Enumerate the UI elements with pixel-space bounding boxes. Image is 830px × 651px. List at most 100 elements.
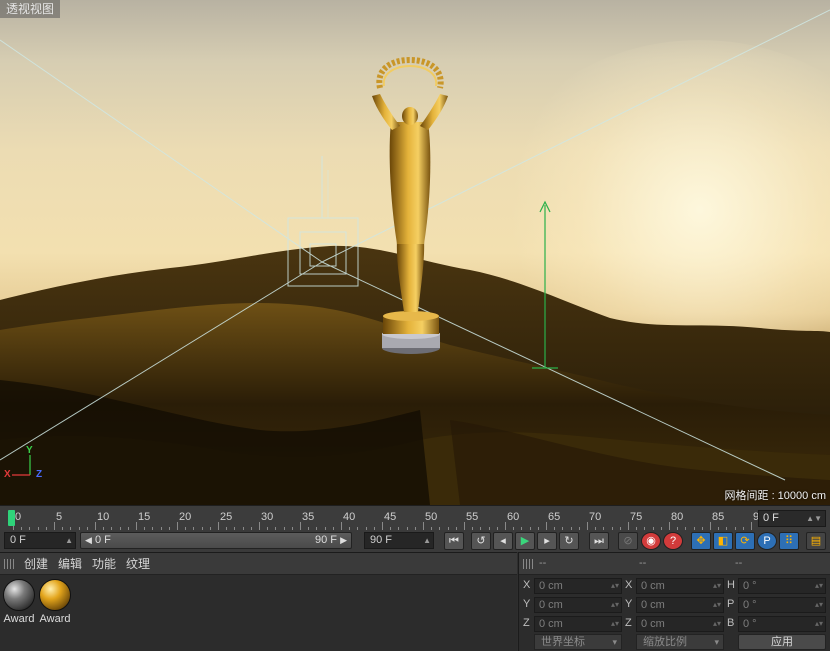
spinner-icon[interactable]: ▲▼: [806, 511, 822, 526]
timeline-tick-label: 30: [261, 511, 274, 523]
range-left-arrow-icon[interactable]: ◀: [85, 533, 92, 548]
timeline-tick-label: 85: [712, 511, 725, 523]
size-x-field[interactable]: 0 cm ▴▾: [636, 578, 724, 594]
rotation-b-value: 0 °: [743, 618, 757, 630]
material-preview: [39, 579, 71, 611]
timeline-ruler[interactable]: 051015202530354045505560657075808590 0 F…: [0, 505, 830, 531]
menu-edit[interactable]: 编辑: [58, 555, 82, 572]
rotation-h-field[interactable]: 0 ° ▴▾: [738, 578, 826, 594]
scene-render: [0, 9, 830, 505]
rotation-p-field[interactable]: 0 ° ▴▾: [738, 597, 826, 613]
autokey-icon[interactable]: ◉: [641, 532, 661, 550]
timeline-playhead[interactable]: [8, 510, 15, 526]
coordinates-header: -- -- --: [519, 553, 830, 575]
pla-key-icon[interactable]: ⠿: [779, 532, 799, 550]
timeline-ticks: 051015202530354045505560657075808590: [0, 506, 765, 531]
scale-mode-value: 缩放比例: [643, 636, 687, 648]
axis-y-label: Y: [26, 445, 33, 456]
record-keys-icon[interactable]: ⊘: [618, 532, 638, 550]
rotation-b-label: B: [727, 617, 735, 629]
size-z-field[interactable]: 0 cm ▴▾: [636, 616, 724, 632]
current-frame-field[interactable]: 0 F ▲▼: [758, 510, 826, 527]
timeline-tick-label: 55: [466, 511, 479, 523]
rotation-header: --: [735, 557, 743, 569]
end-frame-field[interactable]: 90 F ▲: [364, 532, 434, 549]
material-name: Award: [3, 613, 35, 625]
current-frame-value: 0 F: [763, 512, 779, 524]
coord-system-value: 世界坐标: [541, 636, 585, 648]
next-key-button[interactable]: ↻: [559, 532, 579, 550]
rotation-b-field[interactable]: 0 ° ▴▾: [738, 616, 826, 632]
timeline-tick-label: 80: [671, 511, 684, 523]
material-menu-bar: 创建 编辑 功能 纹理: [0, 553, 517, 575]
range-start-value: 0 F: [95, 534, 111, 546]
size-y-value: 0 cm: [641, 599, 665, 611]
axis-x-label: X: [4, 469, 11, 480]
timeline-tick-label: 50: [425, 511, 438, 523]
panel-grip-icon[interactable]: [4, 558, 14, 569]
preview-range-slider[interactable]: ◀ 0 F 90 F ▶: [80, 532, 352, 549]
material-manager: 创建 编辑 功能 纹理 Award Award: [0, 552, 517, 651]
previous-frame-button[interactable]: ◂: [493, 532, 513, 550]
timeline-tick-label: 70: [589, 511, 602, 523]
position-z-field[interactable]: 0 cm ▴▾: [534, 616, 622, 632]
size-header: --: [639, 557, 647, 569]
timeline-tick-label: 60: [507, 511, 520, 523]
next-frame-button[interactable]: ▸: [537, 532, 557, 550]
coord-row: Z 0 cm ▴▾ Z 0 cm ▴▾ B 0 ° ▴▾: [519, 615, 830, 633]
timeline-tick-label: 65: [548, 511, 561, 523]
timeline-tick-label: 0: [15, 511, 22, 523]
panel-grip-icon[interactable]: [523, 559, 533, 569]
grid-spacing-readout: 网格间距 : 10000 cm: [724, 490, 826, 502]
material-swatch[interactable]: Award: [38, 579, 72, 625]
scale-mode-dropdown[interactable]: 缩放比例 ▾: [636, 634, 724, 650]
position-y-field[interactable]: 0 cm ▴▾: [534, 597, 622, 613]
range-right-arrow-icon[interactable]: ▶: [340, 533, 347, 548]
position-x-field[interactable]: 0 cm ▴▾: [534, 578, 622, 594]
transport-bar: 0 F ▲ ◀ 0 F 90 F ▶ 90 F ▲ ⏮ ↺ ◂ ▶ ▸ ↻ ⏭ …: [0, 530, 830, 552]
size-x-value: 0 cm: [641, 580, 665, 592]
go-to-end-button[interactable]: ⏭: [589, 532, 609, 550]
material-preview: [3, 579, 35, 611]
material-swatch[interactable]: Award: [2, 579, 36, 625]
size-y-field[interactable]: 0 cm ▴▾: [636, 597, 724, 613]
viewport-title[interactable]: 透视视图: [0, 0, 61, 18]
coord-row: X 0 cm ▴▾ X 0 cm ▴▾ H 0 ° ▴▾: [519, 577, 830, 595]
menu-texture[interactable]: 纹理: [126, 555, 150, 572]
spinner-icon[interactable]: ▲: [65, 533, 73, 548]
axis-gizmo: Y X Z: [4, 445, 44, 485]
coord-system-dropdown[interactable]: 世界坐标 ▾: [534, 634, 622, 650]
apply-button[interactable]: 应用: [738, 634, 826, 650]
previous-key-button[interactable]: ↺: [471, 532, 491, 550]
keyframe-selection-icon[interactable]: ?: [663, 532, 683, 550]
timeline-tick-label: 25: [220, 511, 233, 523]
film-strip-icon[interactable]: ▤: [806, 532, 826, 550]
menu-function[interactable]: 功能: [92, 555, 116, 572]
size-y-label: Y: [625, 598, 633, 610]
menu-create[interactable]: 创建: [24, 555, 48, 572]
size-z-value: 0 cm: [641, 618, 665, 630]
timeline-tick-label: 20: [179, 511, 192, 523]
rotation-h-value: 0 °: [743, 580, 757, 592]
position-header: --: [539, 557, 547, 569]
play-button[interactable]: ▶: [515, 532, 535, 550]
start-frame-field[interactable]: 0 F ▲: [4, 532, 76, 549]
timeline-tick-label: 75: [630, 511, 643, 523]
range-end-value: 90 F: [314, 534, 337, 546]
timeline-tick-label: 35: [302, 511, 315, 523]
rotate-key-icon[interactable]: ⟳: [735, 532, 755, 550]
position-y-value: 0 cm: [539, 599, 563, 611]
param-key-icon[interactable]: P: [757, 532, 777, 550]
position-z-value: 0 cm: [539, 618, 563, 630]
spinner-icon[interactable]: ▲: [423, 533, 431, 548]
chevron-down-icon: ▾: [714, 637, 719, 647]
rotation-p-label: P: [727, 598, 735, 610]
rotation-p-value: 0 °: [743, 599, 757, 611]
perspective-viewport[interactable]: 透视视图 Y X Z 网格间距 : 10000 cm: [0, 0, 830, 505]
position-x-label: X: [523, 579, 531, 591]
size-z-label: Z: [625, 617, 632, 629]
timeline-tick-label: 40: [343, 511, 356, 523]
move-key-icon[interactable]: ✥: [691, 532, 711, 550]
scale-key-icon[interactable]: ◧: [713, 532, 733, 550]
go-to-start-button[interactable]: ⏮: [444, 532, 464, 550]
